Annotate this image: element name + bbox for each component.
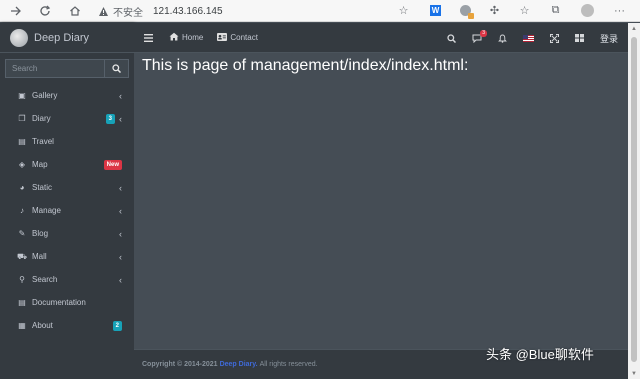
forward-arrow-icon[interactable]	[8, 3, 24, 19]
search-icon	[112, 64, 121, 73]
bookmark-star-icon[interactable]: ☆	[396, 3, 411, 18]
brand-link[interactable]: Deep Diary	[0, 23, 134, 53]
nav-home-link[interactable]: Home	[169, 32, 203, 43]
messages-icon[interactable]: 3	[472, 29, 487, 43]
sidebar-item-travel[interactable]: ▤ Travel	[0, 130, 134, 153]
home-icon[interactable]	[67, 3, 83, 19]
sidebar-item-label: Mall	[32, 252, 47, 261]
sidebar-item-label: Travel	[32, 137, 54, 146]
chevron-left-icon: ‹	[119, 228, 122, 239]
hamburger-menu-icon[interactable]	[144, 33, 153, 42]
pie-chart-icon: ◕	[19, 183, 25, 192]
brand-name: Deep Diary	[34, 31, 90, 44]
grid-layout-icon[interactable]	[574, 34, 584, 42]
nav-contact-label: Contact	[230, 33, 258, 42]
footer-rights: All rights reserved.	[259, 361, 318, 368]
sidebar-item-about[interactable]: ▦ About 2	[0, 314, 134, 337]
puzzle-icon[interactable]: ✣	[487, 3, 502, 18]
search-icon: ⚲	[19, 275, 25, 284]
file-icon: ▤	[18, 137, 26, 146]
messages-badge: 3	[480, 29, 487, 37]
notifications-bell-icon[interactable]	[498, 34, 507, 43]
sidebar-search-button[interactable]	[105, 59, 129, 78]
image-icon: ▣	[18, 91, 26, 100]
sidebar-item-documentation[interactable]: ▤ Documentation	[0, 291, 134, 314]
sidebar-item-label: Blog	[32, 229, 49, 238]
sidebar-item-diary[interactable]: ❐ Diary 3 ‹	[0, 107, 134, 130]
chevron-left-icon: ‹	[119, 113, 122, 124]
navbar-search-icon[interactable]	[447, 33, 456, 43]
brand-logo-icon	[10, 28, 28, 47]
chevron-left-icon: ‹	[119, 274, 122, 285]
collections-icon[interactable]: ⧉	[548, 3, 563, 18]
sidebar-item-gallery[interactable]: ▣ Gallery ‹	[0, 84, 134, 107]
page-scrollbar[interactable]: ▲ ▼	[628, 23, 640, 379]
navbar-right: 3 登录	[431, 23, 618, 53]
login-link[interactable]: 登录	[600, 32, 618, 45]
favorites-icon[interactable]: ☆	[517, 3, 532, 18]
edit-icon: ✎	[18, 229, 26, 238]
sidebar: Deep Diary ▣ Gallery ‹ ❐ Diary 3 ‹ ▤ Travel ◈ Map N…	[0, 23, 134, 379]
scroll-thumb[interactable]	[631, 37, 637, 362]
fullscreen-icon[interactable]	[549, 33, 559, 43]
sidebar-item-badge: New	[103, 159, 122, 170]
sidebar-item-label: Map	[32, 160, 48, 169]
chevron-left-icon: ‹	[119, 251, 122, 262]
warning-icon	[98, 6, 109, 17]
insecure-label: 不安全	[113, 7, 143, 19]
top-navbar: Home Contact 3 登录	[134, 23, 628, 53]
scroll-down-arrow-icon[interactable]: ▼	[628, 368, 640, 379]
sidebar-item-label: Manage	[32, 206, 61, 215]
copy-icon: ❐	[18, 114, 26, 123]
browser-toolbar: 不安全 121.43.166.145 ☆ W ✣ ☆ ⧉ ···	[0, 0, 640, 22]
page-heading: This is page of management/index/index.h…	[142, 57, 469, 74]
sidebar-item-search[interactable]: ⚲ Search ‹	[0, 268, 134, 291]
scroll-up-arrow-icon[interactable]: ▲	[628, 23, 640, 34]
sidebar-item-label: Static	[32, 183, 53, 192]
footer-brand-link[interactable]: Deep Diary.	[220, 361, 258, 368]
profile-avatar-icon[interactable]	[580, 3, 595, 18]
calendar-icon: ▦	[18, 321, 26, 330]
sidebar-item-label: Gallery	[32, 91, 58, 100]
nav-contact-link[interactable]: Contact	[217, 32, 258, 43]
sidebar-menu: ▣ Gallery ‹ ❐ Diary 3 ‹ ▤ Travel ◈ Map New ◕ Static ‹ ♪…	[0, 84, 134, 337]
sidebar-item-manage[interactable]: ♪ Manage ‹	[0, 199, 134, 222]
contact-card-icon	[217, 32, 228, 43]
sidebar-item-label: Search	[32, 275, 58, 284]
url-text: 121.43.166.145	[153, 5, 223, 17]
sidebar-item-static[interactable]: ◕ Static ‹	[0, 176, 134, 199]
watermark: 头条 @Blue聊软件	[486, 347, 594, 362]
sidebar-item-map[interactable]: ◈ Map New	[0, 153, 134, 176]
bell-icon: ♪	[20, 206, 24, 215]
extension-w-icon[interactable]: W	[428, 3, 443, 18]
chevron-left-icon: ‹	[119, 90, 122, 101]
footer-copyright: Copyright © 2014-2021	[142, 361, 218, 368]
more-menu-icon[interactable]: ···	[612, 3, 627, 18]
sidebar-item-label: About	[32, 321, 53, 330]
language-flag-icon[interactable]	[522, 34, 534, 42]
reload-icon[interactable]	[37, 3, 53, 19]
sidebar-item-badge: 2	[112, 320, 122, 331]
sidebar-search	[5, 59, 129, 78]
chevron-left-icon: ‹	[119, 205, 122, 216]
sidebar-item-blog[interactable]: ✎ Blog ‹	[0, 222, 134, 245]
home-icon	[169, 32, 179, 43]
document-icon: ▤	[18, 298, 26, 307]
address-bar[interactable]: 不安全 121.43.166.145	[98, 3, 398, 19]
extension-badge-icon[interactable]	[458, 3, 474, 19]
cart-icon: ⛟	[16, 251, 28, 261]
chevron-left-icon: ‹	[119, 182, 122, 193]
sidebar-item-mall[interactable]: ⛟ Mall ‹	[0, 245, 134, 268]
nav-home-label: Home	[182, 33, 204, 42]
main-content: This is page of management/index/index.h…	[134, 53, 628, 349]
sidebar-item-label: Documentation	[32, 298, 86, 307]
sidebar-search-input[interactable]	[5, 59, 105, 78]
map-icon: ◈	[18, 160, 26, 169]
sidebar-item-badge: 3	[105, 113, 115, 124]
sidebar-item-label: Diary	[32, 114, 51, 123]
